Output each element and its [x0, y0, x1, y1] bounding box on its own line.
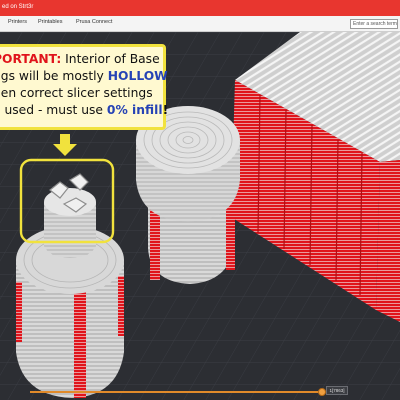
cap-model [136, 106, 240, 284]
important-callout: PORTANT: Interior of Base ngs will be mo… [0, 44, 169, 130]
search-input[interactable]: Enter a search term [350, 19, 398, 29]
slider-track[interactable] [30, 391, 322, 393]
3d-viewport[interactable]: PORTANT: Interior of Base ngs will be mo… [0, 32, 400, 400]
window-title: ed on Strt3r [2, 4, 34, 10]
slider-handle[interactable] [318, 388, 326, 396]
menu-bar: Printers Printables Prusa Connect Enter … [0, 16, 400, 32]
slicer-window: ed on Strt3r Printers Printables Prusa C… [0, 0, 400, 400]
tab-prusa-connect[interactable]: Prusa Connect [76, 19, 112, 25]
callout-line-2: ngs will be mostly HOLLOW [0, 69, 168, 83]
search-placeholder: Enter a search term [353, 21, 397, 27]
callout-line-4: e used - must use 0% infill! [0, 103, 169, 117]
callout-line-3: hen correct slicer settings [0, 86, 153, 100]
tab-printables[interactable]: Printables [38, 19, 62, 25]
tab-printers[interactable]: Printers [8, 19, 27, 25]
callout-line-1: PORTANT: Interior of Base [0, 52, 160, 66]
title-bar: ed on Strt3r [0, 0, 400, 16]
layer-value-readout: 1[7863] [326, 386, 348, 395]
layer-slider[interactable] [30, 388, 330, 396]
